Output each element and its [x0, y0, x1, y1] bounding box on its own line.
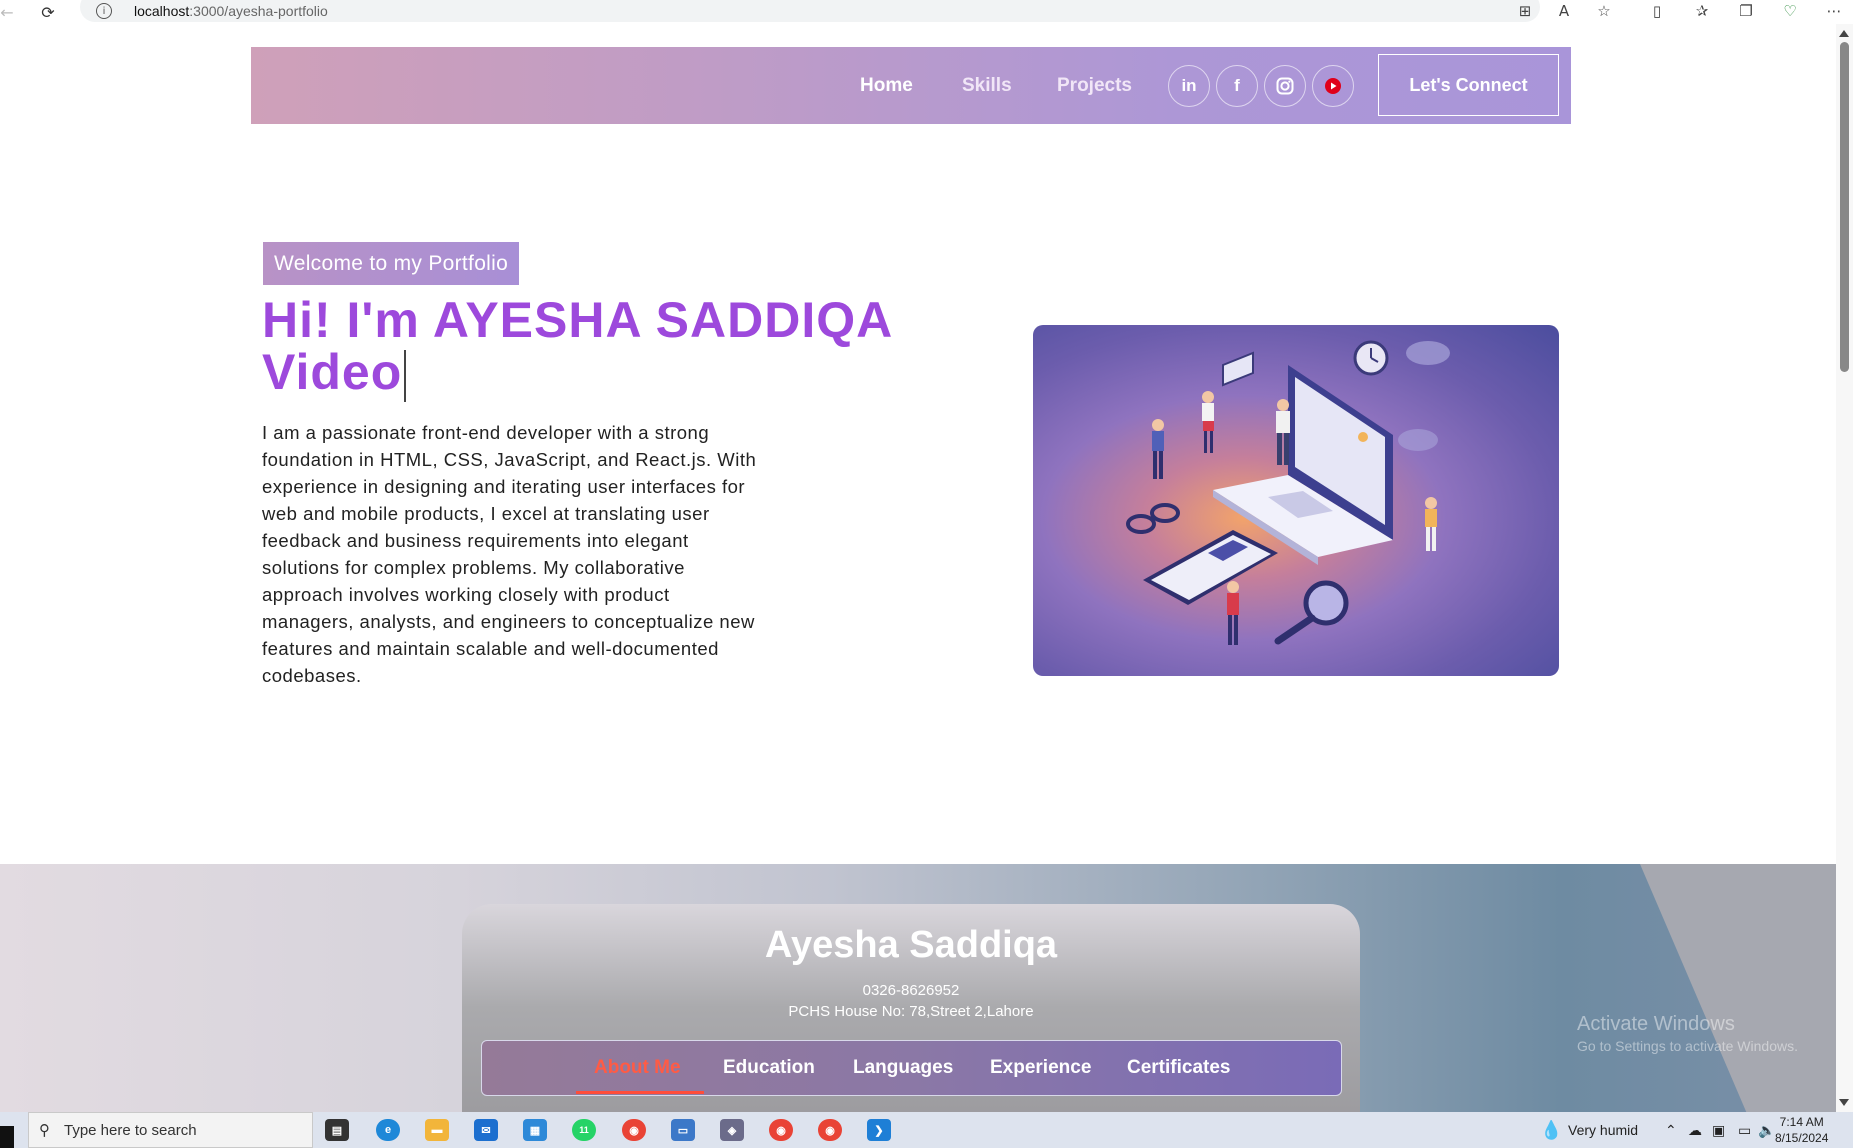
hero-description: I am a passionate front-end developer wi… — [262, 422, 757, 686]
hero-title: Hi! I'm AYESHA SADDIQA Video — [262, 294, 962, 402]
chrome-icon[interactable]: ◉ — [622, 1119, 646, 1141]
url-path: :3000/ayesha-portfolio — [189, 3, 328, 19]
mail-icon[interactable]: ✉ — [474, 1119, 498, 1141]
profile-address: PCHS House No: 78,Street 2,Lahore — [788, 1003, 1034, 1020]
decorative-diagonal — [1640, 864, 1836, 1112]
remote-desktop-icon[interactable]: ▭ — [671, 1119, 695, 1141]
facebook-icon[interactable]: f — [1216, 65, 1258, 107]
activate-windows-watermark: Activate Windows Go to Settings to activ… — [1577, 1013, 1798, 1054]
page-viewport: Home Skills Projects in f Let's Connect … — [0, 24, 1836, 1112]
favorite-star-icon[interactable]: ☆ — [1592, 0, 1616, 22]
system-clock[interactable]: 7:14 AM 8/15/2024 — [1775, 1114, 1828, 1146]
edge-icon[interactable]: e — [376, 1119, 400, 1141]
meet-icon[interactable]: ▣ — [1712, 1112, 1725, 1148]
site-info-icon[interactable]: i — [96, 3, 112, 19]
typing-cursor — [404, 349, 407, 402]
back-icon[interactable]: ← — [0, 0, 14, 24]
scrollbar-thumb[interactable] — [1840, 42, 1849, 372]
weather-status[interactable]: Very humid — [1568, 1112, 1638, 1148]
volume-icon[interactable]: 🔈 — [1758, 1112, 1775, 1148]
developer-laptop-illustration — [1126, 340, 1450, 645]
browser-essentials-icon[interactable]: ♡ — [1778, 0, 1802, 22]
welcome-tagline: Welcome to my Portfolio — [263, 242, 520, 285]
profile-name: Ayesha Saddiqa — [764, 924, 1058, 966]
hero-illustration — [1033, 325, 1559, 676]
file-explorer-icon[interactable]: ▬ — [425, 1119, 449, 1141]
read-aloud-icon[interactable]: A — [1552, 0, 1576, 22]
app-icon[interactable]: ◈ — [720, 1119, 744, 1141]
profile-phone: 0326-8626952 — [862, 982, 960, 999]
tab-certificates[interactable]: Certificates — [1127, 1041, 1231, 1095]
nav-skills[interactable]: Skills — [962, 47, 1012, 124]
app-available-icon[interactable]: ⊞ — [1513, 0, 1537, 22]
chrome-profile-2-icon[interactable]: ◉ — [818, 1119, 842, 1141]
weather-icon[interactable]: 💧 — [1540, 1112, 1562, 1148]
site-navbar: Home Skills Projects in f Let's Connect — [251, 47, 1571, 124]
tray-chevron-icon[interactable]: ⌃ — [1665, 1112, 1677, 1148]
tab-education[interactable]: Education — [723, 1041, 815, 1095]
url-host: localhost — [134, 3, 190, 19]
start-button[interactable] — [0, 1126, 14, 1148]
browser-toolbar: ← ⟳ i localhost:3000/ayesha-portfolio ⊞ … — [0, 0, 1853, 24]
onedrive-icon[interactable]: ☁ — [1688, 1112, 1702, 1148]
tab-languages[interactable]: Languages — [853, 1041, 953, 1095]
instagram-glyph — [1276, 77, 1294, 95]
youtube-icon[interactable] — [1312, 65, 1354, 107]
split-screen-icon[interactable]: ▯ — [1645, 0, 1669, 22]
tab-experience[interactable]: Experience — [990, 1041, 1091, 1095]
task-view-icon[interactable]: ▤ — [325, 1119, 349, 1141]
active-tab-underline — [576, 1091, 704, 1094]
profile-card: Ayesha Saddiqa 0326-8626952 PCHS House N… — [462, 904, 1360, 1112]
linkedin-icon[interactable]: in — [1168, 65, 1210, 107]
profile-tabs: About Me Education Languages Experience … — [481, 1040, 1342, 1096]
store-icon[interactable]: ▦ — [523, 1119, 547, 1141]
collections-icon[interactable]: ❐ — [1734, 0, 1758, 22]
chrome-profile-icon[interactable]: ◉ — [769, 1119, 793, 1141]
youtube-glyph — [1325, 78, 1341, 94]
scroll-up-icon[interactable] — [1839, 30, 1849, 37]
search-icon: ⚲ — [39, 1121, 50, 1139]
page-scrollbar[interactable] — [1836, 24, 1853, 1112]
whatsapp-icon[interactable]: 11 — [572, 1119, 596, 1141]
profile-section: Ayesha Saddiqa 0326-8626952 PCHS House N… — [0, 864, 1836, 1112]
network-icon[interactable]: ▭ — [1738, 1112, 1751, 1148]
refresh-icon[interactable]: ⟳ — [36, 0, 60, 24]
taskbar-search[interactable]: ⚲ Type here to search — [28, 1112, 313, 1148]
hero-title-typing: Video — [262, 344, 403, 400]
tab-about-me[interactable]: About Me — [594, 1041, 681, 1095]
address-bar[interactable]: i localhost:3000/ayesha-portfolio — [80, 0, 1540, 22]
scroll-down-icon[interactable] — [1839, 1099, 1849, 1106]
vscode-icon[interactable]: ❯ — [867, 1119, 891, 1141]
search-placeholder: Type here to search — [64, 1121, 197, 1139]
lets-connect-button[interactable]: Let's Connect — [1378, 54, 1559, 116]
favorites-icon[interactable]: ✰ — [1690, 0, 1714, 22]
instagram-icon[interactable] — [1264, 65, 1306, 107]
nav-projects[interactable]: Projects — [1057, 47, 1132, 124]
nav-home[interactable]: Home — [860, 47, 913, 124]
hero-title-line1: Hi! I'm AYESHA SADDIQA — [262, 292, 894, 348]
more-menu-icon[interactable]: ⋯ — [1822, 0, 1846, 22]
windows-taskbar: ⚲ Type here to search ▤ e ▬ ✉ ▦ 11 ◉ ▭ ◈… — [0, 1112, 1853, 1148]
